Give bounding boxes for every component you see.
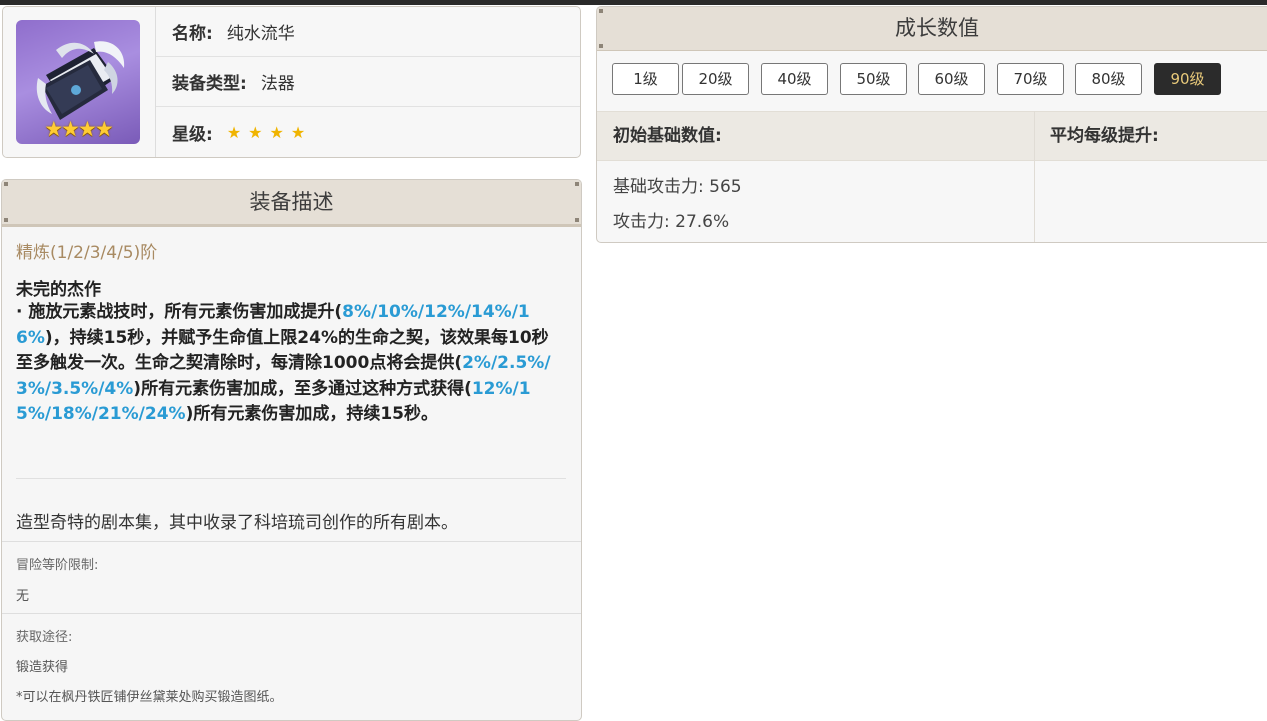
- divider: [2, 613, 581, 614]
- level-button-80[interactable]: 80级: [1075, 63, 1142, 95]
- column-divider: [1034, 111, 1035, 242]
- passive-text-segment: )所有元素伤害加成，至多通过这种方式获得(: [133, 378, 472, 399]
- corner-ornament: [575, 182, 579, 186]
- corner-ornament: [4, 182, 8, 186]
- growth-panel: 成长数值 1级 20级 40级 50级 60级 70级 80级 90级 初始基础…: [596, 6, 1267, 243]
- corner-ornament: [575, 218, 579, 222]
- divider: [16, 478, 566, 479]
- corner-ornament: [599, 44, 603, 48]
- level-button-1[interactable]: 1级: [612, 63, 679, 95]
- rarity-stars: ★★★★: [44, 117, 113, 141]
- ascension-limit-value: 无: [16, 589, 30, 604]
- description-header: 装备描述: [2, 180, 581, 227]
- level-button-20[interactable]: 20级: [682, 63, 749, 95]
- source-label: 获取途径:: [16, 630, 73, 645]
- secondary-stat: 攻击力: 27.6%: [613, 212, 730, 232]
- name-row: 名称: 纯水流华: [156, 7, 580, 57]
- base-atk-stat: 基础攻击力: 565: [613, 177, 742, 197]
- growth-title: 成长数值: [895, 16, 979, 40]
- divider: [2, 541, 581, 542]
- item-name: 纯水流华: [226, 24, 295, 44]
- item-image: ★★★★: [16, 20, 140, 144]
- name-label: 名称:: [172, 24, 213, 44]
- level-button-90[interactable]: 90级: [1154, 63, 1221, 95]
- stats-header-row: 初始基础数值: 平均每级提升:: [597, 111, 1267, 161]
- item-type: 法器: [260, 74, 295, 94]
- top-bar: [0, 0, 1267, 5]
- level-button-40[interactable]: 40级: [761, 63, 828, 95]
- level-button-50[interactable]: 50级: [840, 63, 907, 95]
- passive-name: 未完的杰作: [16, 280, 101, 300]
- passive-text-segment: · 施放元素战技时，所有元素伤害加成提升(: [16, 302, 343, 322]
- type-label: 装备类型:: [172, 74, 247, 94]
- avg-growth-header: 平均每级提升:: [1050, 126, 1159, 146]
- level-button-60[interactable]: 60级: [918, 63, 985, 95]
- rarity-label: 星级:: [172, 124, 213, 145]
- description-title: 装备描述: [249, 190, 334, 214]
- ascension-limit-label: 冒险等阶限制:: [16, 558, 99, 573]
- passive-text-segment: )所有元素伤害加成，持续15秒。: [185, 404, 438, 424]
- source-note: *可以在枫丹铁匠铺伊丝黛莱处购买锻造图纸。: [16, 690, 283, 705]
- source-value: 锻造获得: [16, 660, 69, 675]
- rarity-row: 星级: ★★★★: [156, 107, 580, 157]
- type-row: 装备类型: 法器: [156, 57, 580, 107]
- growth-header: 成长数值: [597, 7, 1267, 51]
- description-panel: 装备描述 精炼(1/2/3/4/5)阶 未完的杰作 · 施放元素战技时，所有元素…: [1, 179, 582, 721]
- flavor-text: 造型奇特的剧本集，其中收录了科培琉司创作的所有剧本。: [16, 513, 458, 533]
- item-info-card: ★★★★ 名称: 纯水流华 装备类型: 法器 星级: ★★★★: [2, 6, 581, 158]
- base-stats-header: 初始基础数值:: [613, 126, 722, 146]
- passive-description: · 施放元素战技时，所有元素伤害加成提升(8%/10%/12%/14%/16%)…: [16, 300, 561, 428]
- rarity-star-icons: ★★★★: [226, 122, 313, 142]
- corner-ornament: [4, 218, 8, 222]
- refinement-label: 精炼(1/2/3/4/5)阶: [16, 243, 158, 263]
- level-button-70[interactable]: 70级: [997, 63, 1064, 95]
- item-image-cell: ★★★★: [3, 7, 156, 157]
- corner-ornament: [599, 9, 603, 13]
